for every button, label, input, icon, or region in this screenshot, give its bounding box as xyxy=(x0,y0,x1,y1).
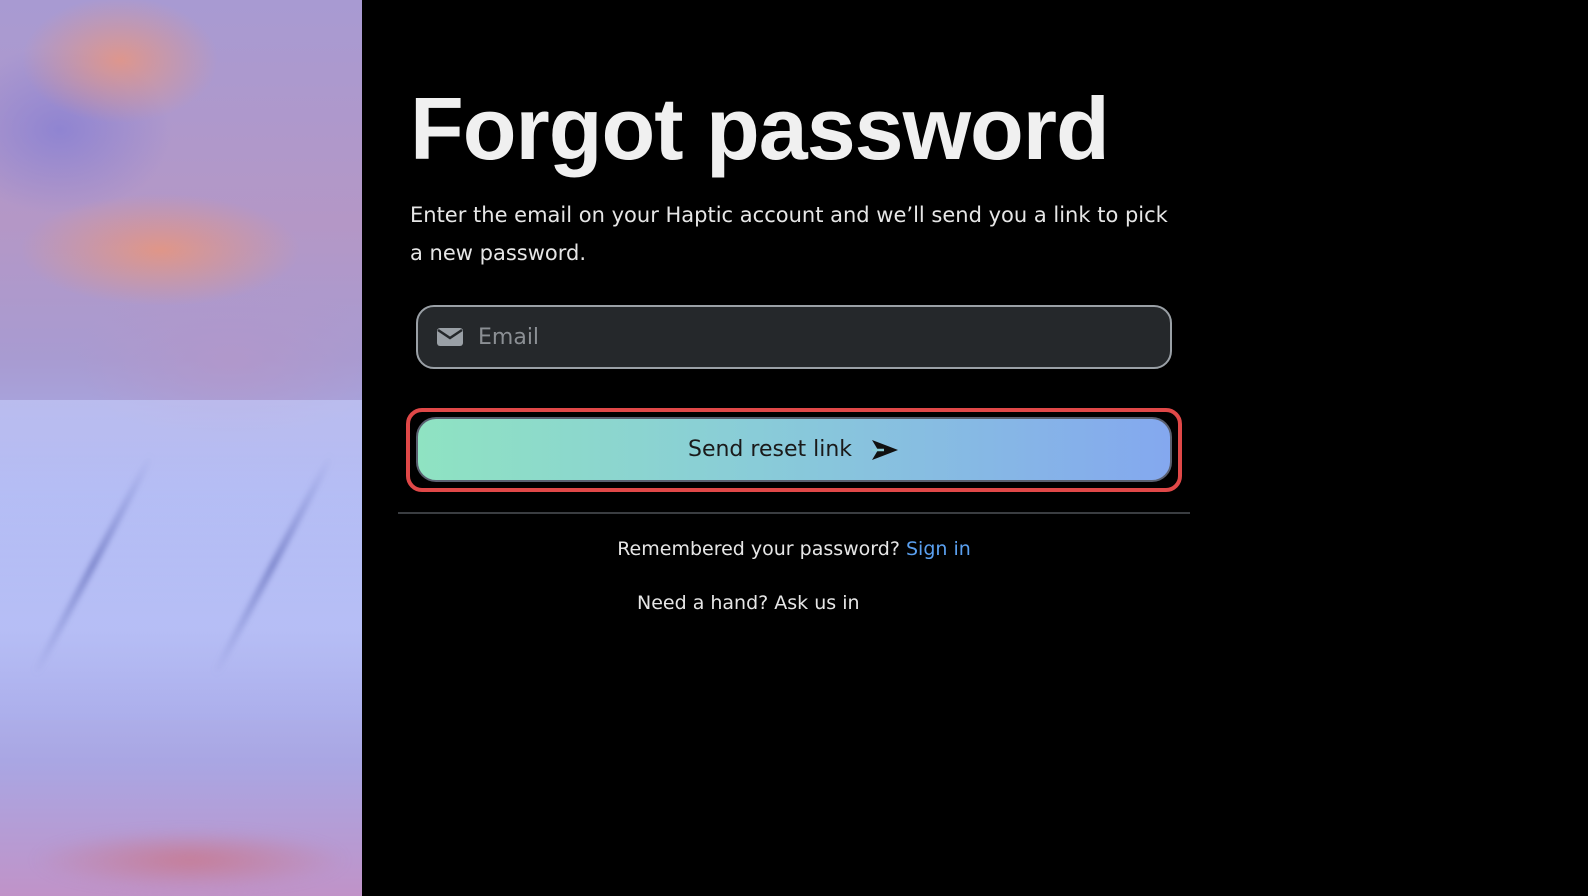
sign-in-link[interactable]: Sign in xyxy=(906,538,971,560)
hero-keyboard-blur xyxy=(0,400,362,720)
page-subtitle: Enter the email on your Haptic account a… xyxy=(410,203,1168,265)
hero-image xyxy=(0,0,362,896)
send-arrow-icon xyxy=(870,438,900,462)
remembered-text: Remembered your password? xyxy=(617,538,906,560)
email-field[interactable] xyxy=(416,305,1172,369)
send-reset-link-button[interactable]: Send reset link xyxy=(416,417,1172,482)
remembered-password-row: Remembered your password? Sign in xyxy=(398,538,1190,560)
help-text: Need a hand? Ask us in xyxy=(637,592,860,614)
send-reset-link-label: Send reset link xyxy=(687,437,853,462)
divider xyxy=(398,512,1190,514)
email-input[interactable] xyxy=(464,307,1170,367)
forgot-password-page: Forgot password Enter the email on your … xyxy=(0,0,1588,896)
page-title: Forgot password xyxy=(410,79,1110,178)
hero-glow xyxy=(0,830,362,896)
envelope-icon xyxy=(436,327,464,347)
